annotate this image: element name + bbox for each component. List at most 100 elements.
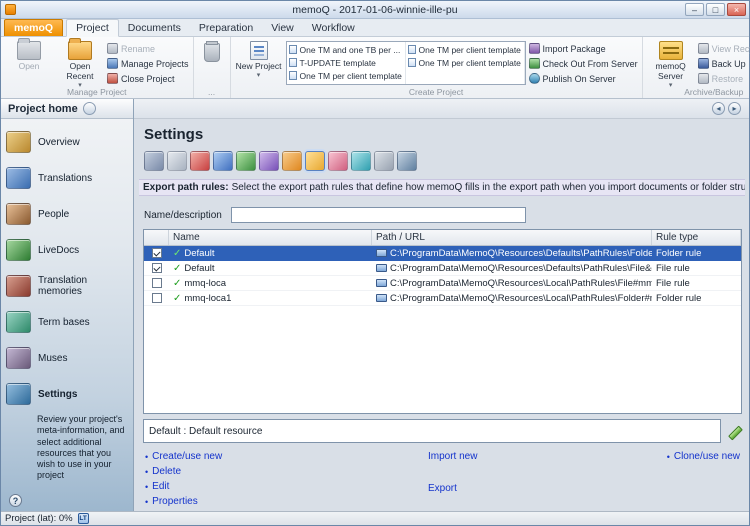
memoq-server-icon xyxy=(659,41,683,60)
titlebar: memoQ - 2017-01-06-winnie-ille-pu – □ × xyxy=(1,1,749,19)
table-row[interactable]: ✓Default C:\ProgramData\MemoQ\Resources\… xyxy=(144,246,741,261)
tab-view[interactable]: View xyxy=(262,20,303,36)
view-recycle-bin-button[interactable]: View Recycle Bin xyxy=(698,42,750,55)
settings-description: Review your project's meta-information, … xyxy=(1,412,133,482)
checkbox-column-header[interactable] xyxy=(144,230,169,245)
sidebar-item-people[interactable]: People xyxy=(1,196,133,232)
row-checkbox[interactable] xyxy=(152,293,162,303)
delete-project-button[interactable] xyxy=(198,40,226,64)
lqa-models-icon[interactable] xyxy=(374,151,394,171)
sidebar-item-translations[interactable]: Translations xyxy=(1,160,133,196)
table-header: Name Path / URL Rule type xyxy=(144,230,741,246)
ignore-lists-icon[interactable] xyxy=(328,151,348,171)
tab-workflow[interactable]: Workflow xyxy=(303,20,364,36)
tab-memoq[interactable]: memoQ xyxy=(4,19,63,36)
help-icon[interactable]: ? xyxy=(9,494,22,507)
sidebar-item-overview[interactable]: Overview xyxy=(1,124,133,160)
template-item[interactable]: One TM per client template 2 xyxy=(289,69,403,82)
tab-preparation[interactable]: Preparation xyxy=(190,20,262,36)
rename-button[interactable]: Rename xyxy=(107,42,189,55)
sidebar-item-muses[interactable]: Muses xyxy=(1,340,133,376)
bullet-icon: • xyxy=(667,452,670,462)
sidebar-item-settings[interactable]: Settings xyxy=(1,376,133,412)
template-item[interactable]: T-UPDATE template xyxy=(289,56,403,69)
template-item[interactable]: One TM and one TB per ... xyxy=(289,43,403,56)
create-use-new-link[interactable]: •Create/use new xyxy=(145,451,222,462)
rule-type-column-header[interactable]: Rule type xyxy=(652,230,741,245)
sidebar-item-translation-memories[interactable]: Translation memories xyxy=(1,268,133,304)
close-project-button[interactable]: Close Project xyxy=(107,72,189,85)
manage-projects-button[interactable]: Manage Projects xyxy=(107,57,189,70)
maximize-button[interactable]: □ xyxy=(706,3,725,16)
memoq-server-button[interactable]: memoQ Server ▾ xyxy=(647,40,695,89)
livedocs-settings-icon[interactable] xyxy=(236,151,256,171)
sidebar-item-label: People xyxy=(38,209,69,220)
export-link[interactable]: Export xyxy=(428,483,457,494)
group-dots: ... xyxy=(194,37,231,98)
muses-settings-icon[interactable] xyxy=(259,151,279,171)
import-new-link[interactable]: Import new xyxy=(428,451,477,462)
name-column-header[interactable]: Name xyxy=(169,230,372,245)
table-row[interactable]: ✓Default C:\ProgramData\MemoQ\Resources\… xyxy=(144,261,741,276)
open-recent-button[interactable]: Open Recent ▾ xyxy=(56,40,104,89)
row-checkbox[interactable] xyxy=(152,263,162,273)
template-label: One TM per client template 2 xyxy=(300,71,403,81)
font-substitution-icon[interactable] xyxy=(397,151,417,171)
open-button[interactable]: Open xyxy=(5,40,53,72)
manage-projects-label: Manage Projects xyxy=(121,59,189,69)
new-project-button[interactable]: New Project ▾ xyxy=(235,40,283,79)
table-row[interactable]: ✓mmq-loca1 C:\ProgramData\MemoQ\Resource… xyxy=(144,291,741,306)
sidebar-item-livedocs[interactable]: LiveDocs xyxy=(1,232,133,268)
settings-icon xyxy=(6,383,31,405)
bullet-icon: • xyxy=(145,497,148,507)
rule-type: Folder rule xyxy=(652,248,741,259)
path-column-header[interactable]: Path / URL xyxy=(372,230,652,245)
edit-pencil-icon[interactable] xyxy=(727,424,742,439)
manage-project-small-buttons: Rename Manage Projects Close Project xyxy=(107,40,189,85)
tab-documents[interactable]: Documents xyxy=(119,20,190,36)
delete-link[interactable]: •Delete xyxy=(145,466,181,477)
template-label: One TM per client template 2 xyxy=(419,45,522,55)
import-package-button[interactable]: Import Package xyxy=(529,42,638,55)
rule-type: Folder rule xyxy=(652,293,741,304)
close-project-label: Close Project xyxy=(121,74,175,84)
name-description-input[interactable] xyxy=(231,207,526,223)
nav-back-button[interactable]: ◂ xyxy=(712,102,725,115)
muses-icon xyxy=(6,347,31,369)
open-label: Open xyxy=(19,62,40,72)
rename-label: Rename xyxy=(121,44,155,54)
export-path-rules-icon[interactable] xyxy=(305,151,325,171)
language-terminal-icon[interactable]: LT xyxy=(78,513,89,524)
tab-project[interactable]: Project xyxy=(66,19,119,37)
check-out-from-server-button[interactable]: Check Out From Server xyxy=(529,57,638,70)
view-recycle-bin-label: View Recycle Bin xyxy=(712,44,750,54)
clone-use-new-link[interactable]: •Clone/use new xyxy=(667,451,740,462)
properties-link[interactable]: •Properties xyxy=(145,496,198,507)
row-checkbox[interactable] xyxy=(152,248,162,258)
sidebar-item-label: Overview xyxy=(38,137,80,148)
group-archive-backup: memoQ Server ▾ View Recycle Bin Back Up … xyxy=(643,37,750,98)
stop-word-lists-icon[interactable] xyxy=(351,151,371,171)
minimize-button[interactable]: – xyxy=(685,3,704,16)
project-home-pin-button[interactable] xyxy=(83,102,96,115)
back-up-button[interactable]: Back Up xyxy=(698,57,750,70)
tm-settings-icon[interactable] xyxy=(213,151,233,171)
table-row[interactable]: ✓mmq-loca C:\ProgramData\MemoQ\Resources… xyxy=(144,276,741,291)
publish-on-server-button[interactable]: Publish On Server xyxy=(529,72,638,85)
template-item[interactable]: One TM per client template 2 xyxy=(408,43,522,56)
close-button[interactable]: × xyxy=(727,3,746,16)
livedocs-icon xyxy=(6,239,31,261)
row-checkbox[interactable] xyxy=(152,278,162,288)
edit-link[interactable]: •Edit xyxy=(145,481,169,492)
general-settings-icon[interactable] xyxy=(144,151,164,171)
restore-button[interactable]: Restore xyxy=(698,72,750,85)
rule-name: mmq-loca xyxy=(184,278,226,289)
nav-forward-button[interactable]: ▸ xyxy=(728,102,741,115)
export-path-rules-banner: Export path rules:Select the export path… xyxy=(139,179,745,196)
qa-settings-icon[interactable] xyxy=(190,151,210,171)
sidebar-item-term-bases[interactable]: Term bases xyxy=(1,304,133,340)
template-item[interactable]: One TM per client template xyxy=(408,56,522,69)
segmentation-rules-icon[interactable] xyxy=(167,151,187,171)
auto-translation-rules-icon[interactable] xyxy=(282,151,302,171)
recycle-bin-icon xyxy=(698,43,709,54)
